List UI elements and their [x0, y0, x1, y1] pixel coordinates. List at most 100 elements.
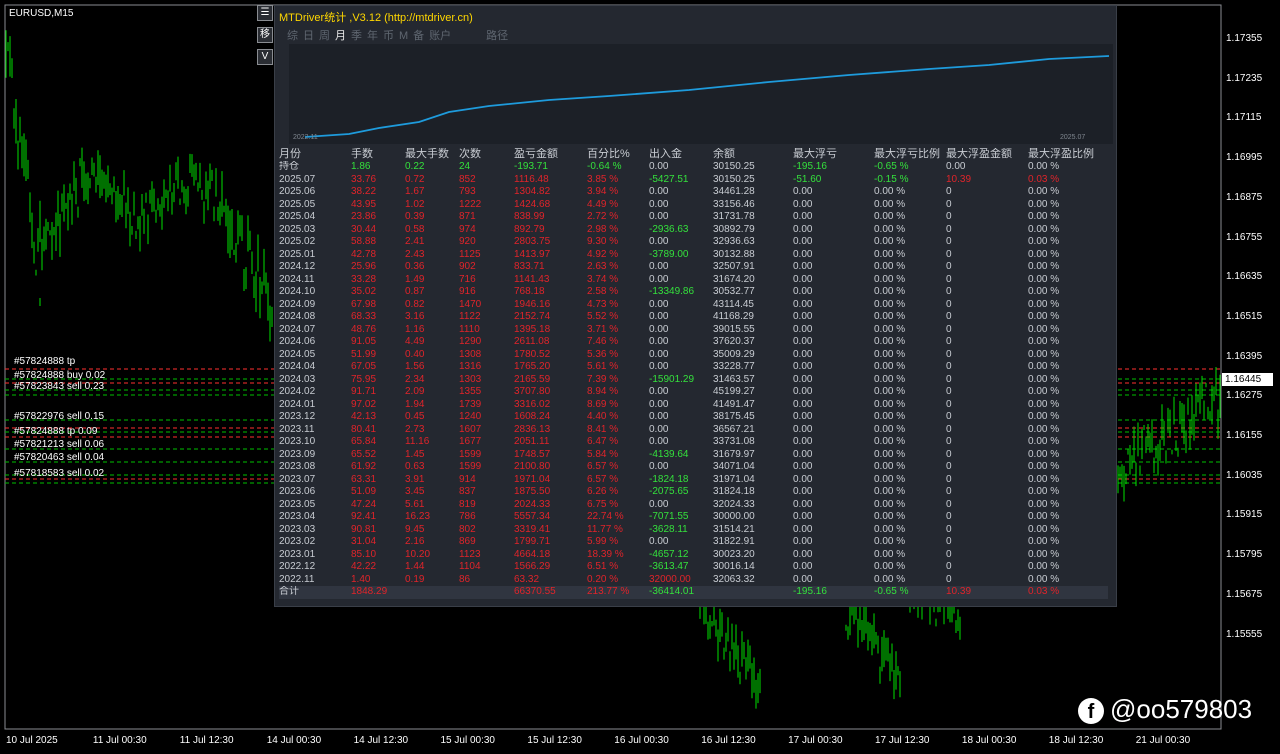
table-cell: 802	[459, 523, 476, 535]
period-tab[interactable]: 路径	[486, 30, 508, 42]
table-cell: 0.00 %	[874, 448, 906, 460]
period-tab[interactable]: 年	[367, 30, 378, 42]
table-cell: 1799.71	[514, 536, 551, 547]
price-tick-label: 1.16635	[1226, 271, 1263, 283]
table-cell: 22.74 %	[587, 511, 624, 522]
table-cell: 0.00	[793, 373, 813, 385]
table-cell: 2803.75	[514, 236, 551, 247]
table-cell: 0	[946, 448, 952, 460]
table-cell: 31824.18	[713, 486, 755, 497]
table-cell: 0.00 %	[1028, 536, 1060, 547]
table-cell: 1608.24	[514, 411, 551, 422]
table-cell: 30023.20	[713, 548, 755, 560]
table-cell: 1599	[459, 448, 482, 460]
table-cell: 0.00	[793, 548, 813, 560]
period-tab[interactable]: 周	[319, 30, 330, 42]
table-cell: 0.00 %	[1028, 436, 1060, 447]
column-header[interactable]: 余额	[713, 148, 793, 161]
table-row: 持仓 1.86 0.22 24 -193.71 -0.64 % 0.00 30150.25 -1…	[279, 161, 1108, 174]
table-cell: 2024.02	[279, 386, 316, 397]
period-tab[interactable]: M	[399, 30, 408, 42]
table-cell: 1.67	[405, 186, 425, 197]
column-header[interactable]: 最大浮亏	[793, 148, 874, 161]
table-cell: 4.49 %	[587, 198, 619, 210]
order-label[interactable]: #57824888 buy 0.02	[14, 370, 105, 381]
equity-end-date: 2025.07	[1060, 134, 1086, 141]
column-header[interactable]: 次数	[459, 148, 514, 161]
table-cell: 6.57 %	[587, 473, 619, 485]
table-cell: 0.00 %	[874, 298, 906, 310]
table-cell: 3.71 %	[587, 323, 619, 335]
column-header[interactable]: 最大浮盈金额	[946, 148, 1028, 161]
table-cell: 0.20 %	[587, 573, 619, 585]
table-cell: 0.00 %	[1028, 386, 1060, 397]
table-cell: 786	[459, 511, 476, 522]
table-cell: 2024.04	[279, 361, 316, 372]
period-tab[interactable]: 月	[335, 30, 346, 42]
table-cell: 2.16	[405, 536, 425, 547]
order-label[interactable]: #57821213 sell 0.06	[14, 439, 104, 450]
table-cell: 0	[946, 336, 952, 347]
table-cell: 2.41	[405, 236, 425, 247]
collapse-button[interactable]: V	[257, 49, 273, 65]
table-cell: 31679.97	[713, 448, 755, 460]
column-header[interactable]: 月份	[279, 148, 351, 161]
order-label[interactable]: #57823843 sell 0.23	[14, 381, 104, 392]
column-header[interactable]: 最大手数	[405, 148, 459, 161]
column-header[interactable]: 手数	[351, 148, 405, 161]
table-cell: 63.31	[351, 473, 377, 485]
table-cell: 2025.05	[279, 198, 316, 210]
table-cell: 36567.21	[713, 423, 755, 435]
price-tick-label: 1.15915	[1226, 509, 1263, 521]
column-header[interactable]: 最大浮盈比例	[1028, 148, 1108, 161]
table-cell: 974	[459, 223, 476, 235]
period-tab[interactable]: 季	[351, 30, 362, 42]
table-row: 2025.06 38.22 1.67 793 1304.82 3.94 % 0.00 3446…	[279, 186, 1108, 199]
table-cell: 0.00 %	[874, 361, 906, 372]
table-cell: 10.20	[405, 548, 431, 560]
column-header[interactable]: 最大浮亏比例	[874, 148, 946, 161]
order-label[interactable]: #57822976 sell 0.15	[14, 411, 104, 422]
period-tab[interactable]: 日	[303, 30, 314, 42]
price-tick-label: 1.17355	[1226, 33, 1263, 44]
table-cell: 30000.00	[713, 511, 755, 522]
move-button[interactable]: 移	[257, 27, 273, 43]
column-header[interactable]: 盈亏金额	[514, 148, 587, 161]
table-cell: 0.00	[793, 411, 813, 422]
table-cell: 91.05	[351, 336, 377, 347]
period-tab[interactable]: 账户	[429, 30, 451, 42]
table-cell: 47.24	[351, 498, 377, 510]
table-cell: 0	[946, 573, 952, 585]
table-cell: 0.00 %	[1028, 236, 1060, 247]
table-cell: 0.00 %	[874, 486, 906, 497]
table-cell: 0.00 %	[874, 523, 906, 535]
order-label[interactable]: #57818583 sell 0.02	[14, 468, 104, 479]
table-cell: 0.00	[793, 248, 813, 260]
order-label[interactable]: #57820463 sell 0.04	[14, 452, 104, 463]
table-cell: 0.00 %	[1028, 211, 1060, 222]
menu-button[interactable]: ☰	[257, 5, 273, 21]
period-tab[interactable]: 综	[287, 30, 298, 42]
table-cell: 0.00 %	[1028, 311, 1060, 322]
period-tab[interactable]: 备	[413, 30, 424, 42]
column-header[interactable]: 百分比%	[587, 148, 649, 161]
table-cell: 916	[459, 286, 476, 297]
price-tick-label: 1.16515	[1226, 310, 1263, 322]
table-row: 2023.12 42.13 0.45 1240 1608.24 4.40 % 0.00 381…	[279, 411, 1108, 424]
table-cell: 0.00 %	[1028, 248, 1060, 260]
table-cell: 8.94 %	[587, 386, 619, 397]
column-header[interactable]: 出入金	[649, 148, 713, 161]
table-cell: 4.49	[405, 336, 425, 347]
table-cell: 3.91	[405, 473, 425, 485]
table-cell: 1677	[459, 436, 482, 447]
order-label[interactable]: #57824888 tp 0.09	[14, 426, 97, 437]
table-row: 2023.03 90.81 9.45 802 3319.41 11.77 % -3628.1…	[279, 524, 1108, 537]
table-cell: 42.13	[351, 411, 377, 422]
table-cell: 30150.25	[713, 161, 755, 172]
period-tab[interactable]: 币	[383, 30, 394, 42]
table-cell: 4.92 %	[587, 248, 619, 260]
order-label[interactable]: #57824888 tp	[14, 356, 75, 367]
table-cell: 0	[946, 273, 952, 285]
table-cell: 31463.57	[713, 373, 755, 385]
table-cell: 2152.74	[514, 311, 551, 322]
